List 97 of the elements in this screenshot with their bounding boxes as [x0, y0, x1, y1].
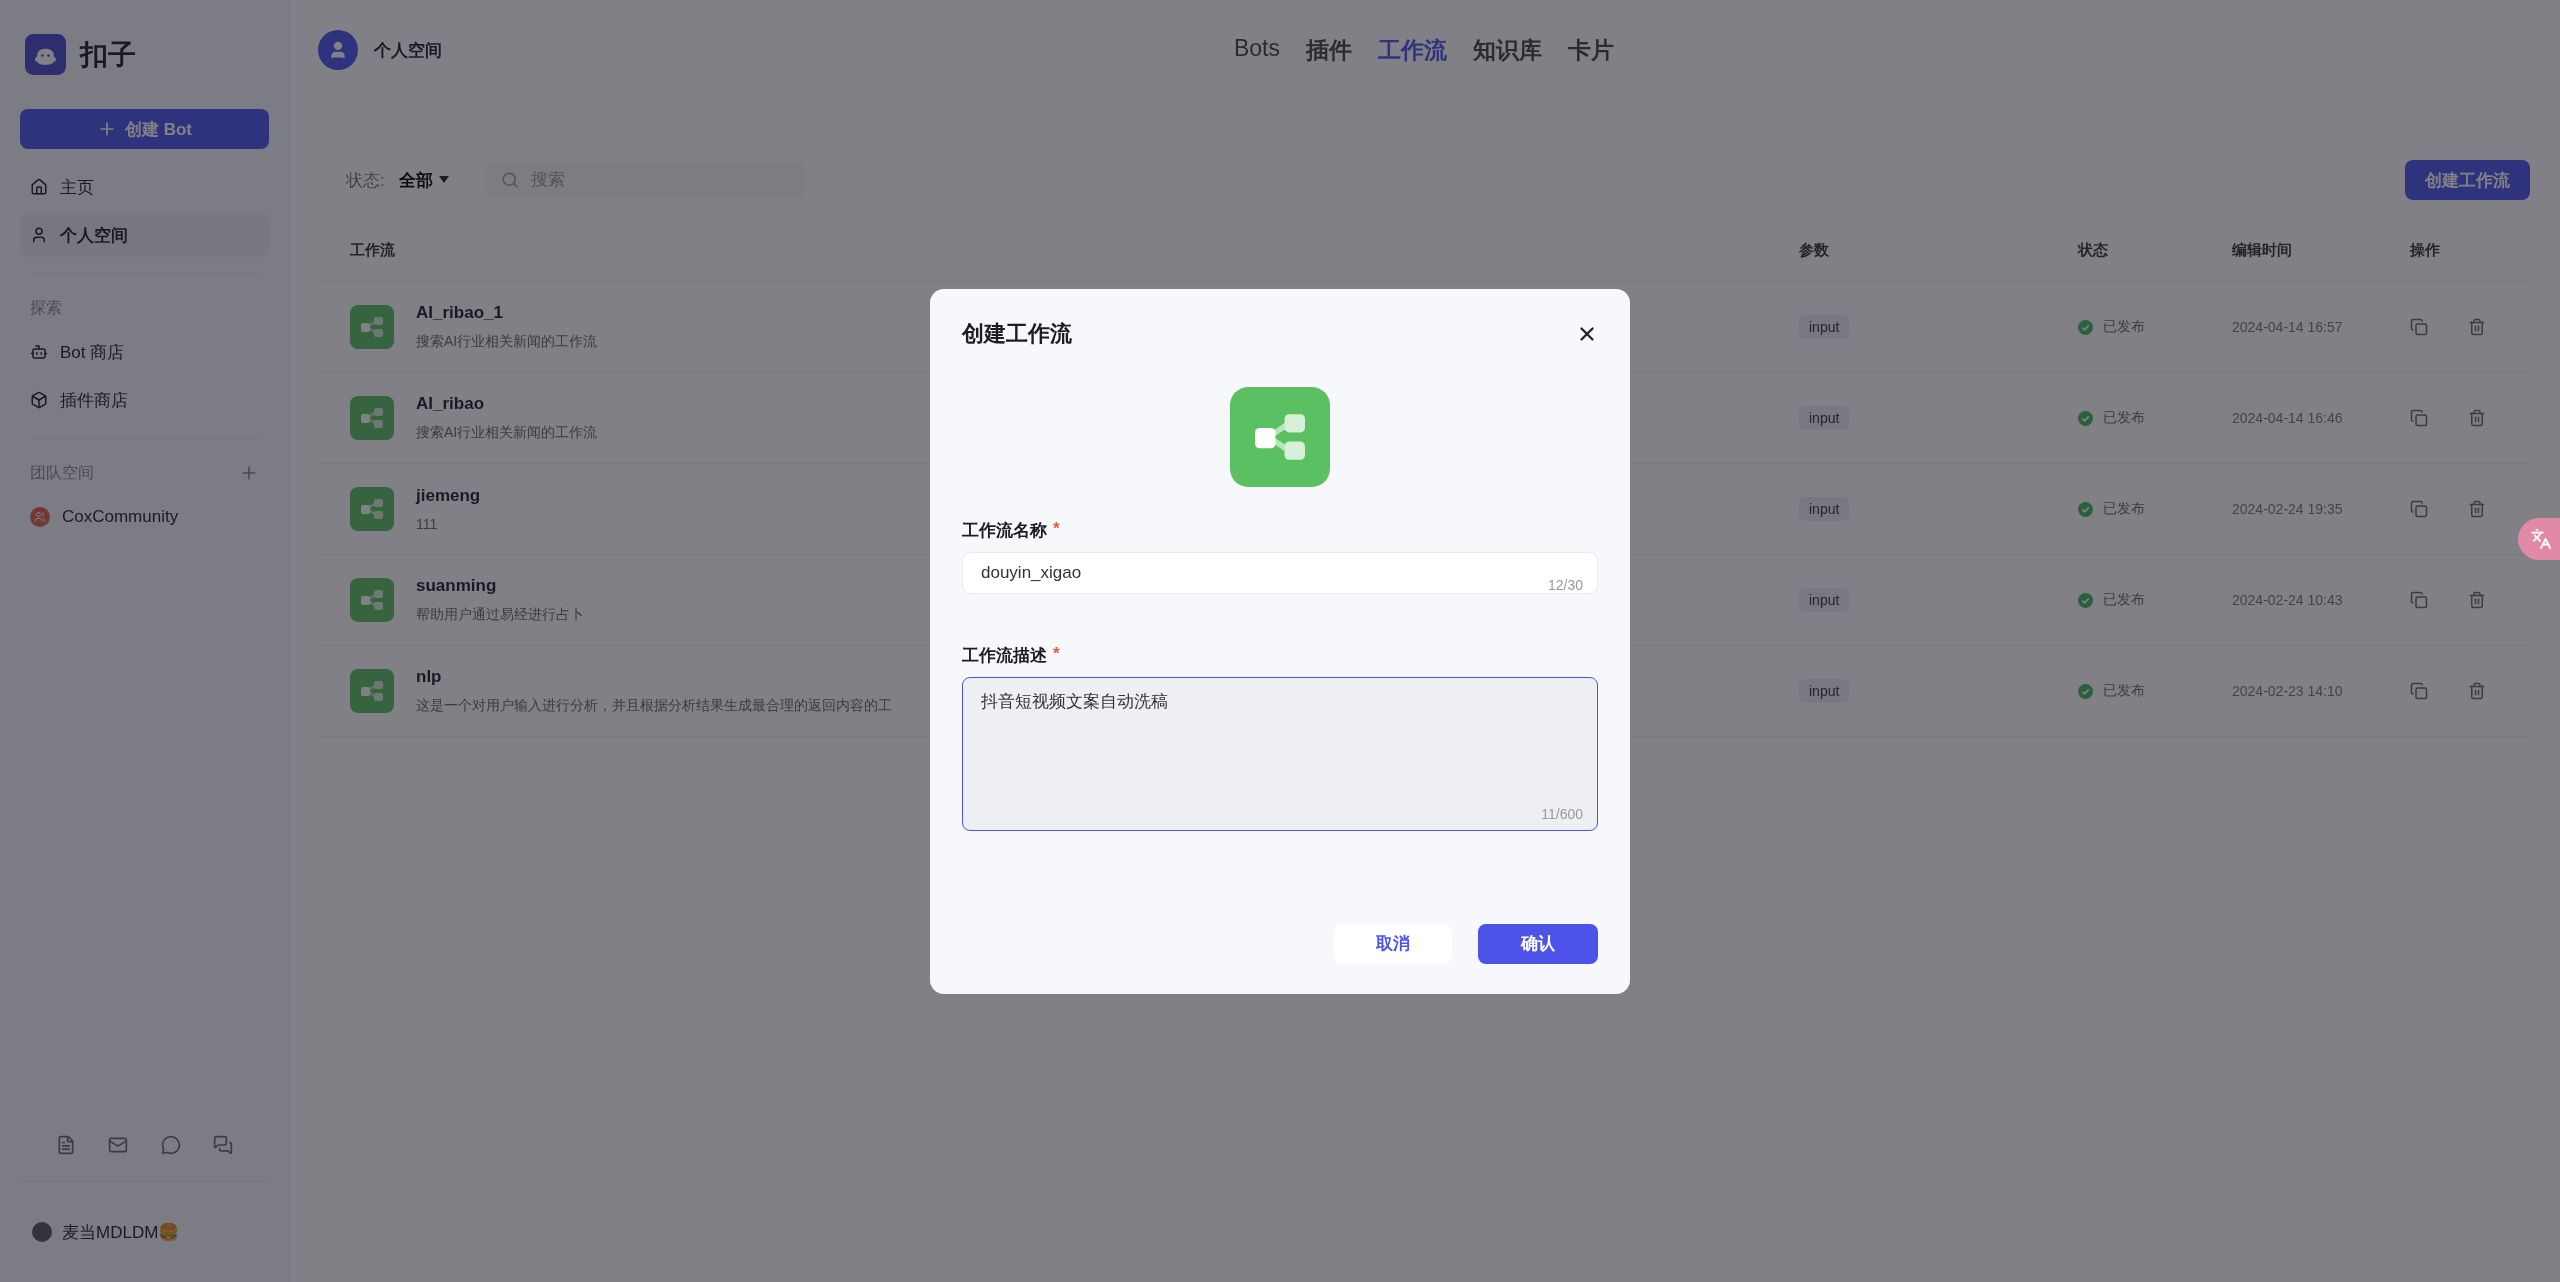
sidebar-item[interactable]: Bot 商店	[20, 330, 269, 374]
user-avatar[interactable]	[32, 1222, 52, 1242]
check-circle-icon	[2078, 410, 2093, 426]
param-tag: input	[1799, 679, 1850, 703]
column-header: 工作流	[350, 241, 396, 260]
check-circle-icon	[2078, 592, 2093, 608]
description-input[interactable]: 抖音短视频文案自动洗稿	[979, 687, 1583, 806]
chat-bubbles-icon[interactable]	[212, 1135, 233, 1155]
delete-button[interactable]	[2468, 682, 2486, 700]
delete-button[interactable]	[2468, 591, 2486, 609]
workflow-name: nlp	[416, 667, 443, 687]
edit-time: 2024-04-14 16:46	[2232, 410, 2344, 426]
name-input[interactable]: douyin_xigao	[979, 561, 1548, 584]
box-icon	[30, 391, 48, 409]
workflow-icon	[1230, 386, 1330, 487]
status-text: 已发布	[2103, 409, 2145, 427]
space-name: 个人空间	[374, 39, 442, 62]
workflow-name: suanming	[416, 576, 498, 596]
workflow-icon	[350, 487, 394, 531]
status-text: 已发布	[2103, 500, 2145, 518]
status-text: 已发布	[2103, 682, 2145, 700]
copy-button[interactable]	[2410, 318, 2428, 336]
param-tag: input	[1799, 497, 1850, 521]
delete-button[interactable]	[2468, 409, 2486, 427]
status-text: 已发布	[2103, 591, 2145, 609]
column-header: 状态	[2078, 241, 2109, 260]
document-icon[interactable]	[56, 1135, 77, 1155]
column-header: 编辑时间	[2232, 241, 2293, 260]
sidebar-item[interactable]: 主页	[20, 165, 269, 209]
workflow-icon	[350, 578, 394, 622]
home-icon	[30, 178, 48, 196]
user-icon	[30, 226, 48, 244]
param-tag: input	[1799, 406, 1850, 430]
status-text: 已发布	[2103, 318, 2145, 336]
workflow-icon	[350, 669, 394, 713]
status-filter[interactable]: 全部	[392, 167, 455, 193]
dialog-title: 创建工作流	[962, 319, 1072, 348]
caret-icon	[438, 176, 449, 184]
copy-button[interactable]	[2410, 591, 2428, 609]
param-tag: input	[1799, 315, 1850, 339]
workflow-description: 帮助用户通过易经进行占卜	[416, 606, 584, 624]
create-workflow-button[interactable]: 创建工作流	[2405, 160, 2530, 200]
translate-icon	[2530, 528, 2552, 550]
logo-text: 扣子	[80, 37, 136, 72]
workflow-icon	[350, 305, 394, 349]
confirm-button[interactable]: 确认	[1478, 923, 1598, 964]
search-icon	[500, 171, 519, 189]
required-mark: *	[1053, 643, 1060, 665]
create-bot-button[interactable]: 创建 Bot	[20, 109, 269, 149]
edit-time: 2024-02-24 10:43	[2232, 592, 2344, 608]
check-circle-icon	[2078, 683, 2093, 699]
workflow-icon	[350, 396, 394, 440]
delete-button[interactable]	[2468, 500, 2486, 518]
workflow-description: 搜索AI行业相关新闻的工作流	[416, 333, 598, 351]
char-counter: 12/30	[1547, 576, 1583, 593]
required-mark: *	[1053, 518, 1060, 540]
logo-icon	[25, 34, 66, 75]
description-field[interactable]: 抖音短视频文案自动洗稿 11/600	[962, 676, 1598, 831]
check-circle-icon	[2078, 319, 2093, 335]
edit-time: 2024-04-14 16:57	[2232, 319, 2344, 335]
edit-time: 2024-02-24 19:35	[2232, 501, 2344, 517]
sidebar-item[interactable]: 插件商店	[20, 378, 269, 422]
translate-button[interactable]	[2518, 518, 2560, 560]
nav-tab[interactable]: 卡片	[1568, 34, 1614, 66]
workflow-name: AI_ribao_1	[416, 303, 504, 323]
mail-icon[interactable]	[108, 1135, 129, 1155]
filter-label: 状态:	[346, 169, 385, 192]
column-header: 参数	[1799, 241, 1830, 260]
copy-button[interactable]	[2410, 682, 2428, 700]
delete-button[interactable]	[2468, 318, 2486, 336]
check-circle-icon	[2078, 501, 2093, 517]
workflow-description: 111	[416, 516, 439, 532]
workflow-description: 这是一个对用户输入进行分析，并且根据分析结果生成最合理的返回内容的工	[416, 697, 892, 715]
param-tag: input	[1799, 588, 1850, 612]
user-name: 麦当MDLDM🍔	[62, 1221, 180, 1244]
chat-icon[interactable]	[160, 1135, 181, 1155]
nav-tab[interactable]: Bots	[1234, 34, 1280, 66]
workflow-name: AI_ribao	[416, 394, 486, 414]
nav-tab[interactable]: 工作流	[1378, 34, 1447, 66]
copy-button[interactable]	[2410, 409, 2428, 427]
copy-button[interactable]	[2410, 500, 2428, 518]
nav-tab[interactable]: 插件	[1306, 34, 1352, 66]
char-counter: 11/600	[1541, 805, 1583, 822]
edit-time: 2024-02-23 14:10	[2232, 683, 2344, 699]
column-header: 操作	[2410, 241, 2441, 260]
bot-icon	[30, 343, 48, 361]
sidebar-item[interactable]: CoxCommunity	[20, 495, 269, 539]
workflow-description: 搜索AI行业相关新闻的工作流	[416, 424, 598, 442]
workflow-name: jiemeng	[416, 486, 481, 506]
name-field[interactable]: douyin_xigao 12/30	[962, 551, 1598, 594]
sidebar-item[interactable]: 个人空间	[20, 213, 269, 257]
field-label: 工作流名称	[962, 519, 1047, 542]
cancel-button[interactable]: 取消	[1334, 923, 1452, 964]
team-icon	[30, 507, 50, 527]
field-label: 工作流描述	[962, 644, 1047, 667]
space-avatar	[318, 30, 358, 70]
nav-tab[interactable]: 知识库	[1473, 34, 1542, 66]
